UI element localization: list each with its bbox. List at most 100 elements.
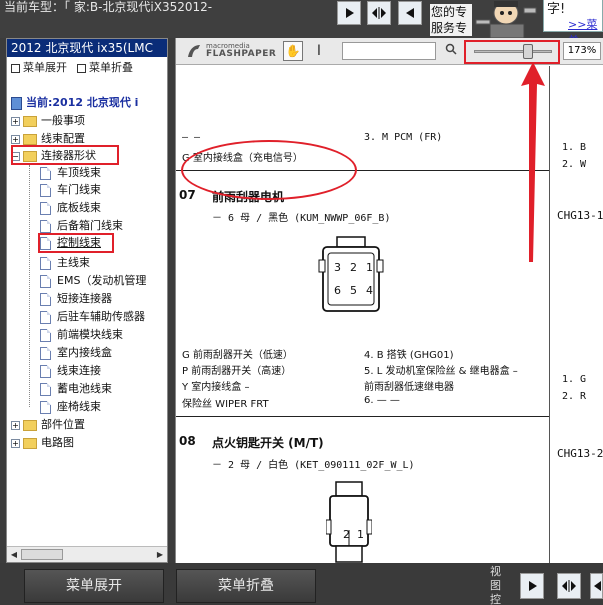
connector-pin: 2 xyxy=(350,261,357,274)
document-icon xyxy=(40,346,51,360)
flashpaper-logo: macromedia FLASHPAPER xyxy=(186,42,278,60)
search-input[interactable] xyxy=(342,42,436,60)
tree-panel: 2012 北京现代 ix35(LMC 菜单展开 菜单折叠 当前:2012 北京现… xyxy=(6,38,168,563)
tree-collapse-link[interactable]: 菜单折叠 xyxy=(77,59,133,75)
expand-icon xyxy=(11,63,20,73)
bottom-fit-button[interactable] xyxy=(557,573,581,599)
tree-root[interactable]: 当前:2012 北京现代 i xyxy=(11,95,138,111)
folder-icon xyxy=(23,437,37,449)
side-promo-box: 字! >>菜单 xyxy=(543,0,603,47)
pin-row: 保险丝 WIPER FRT xyxy=(182,399,269,410)
doc-row: 3. M PCM (FR) xyxy=(364,132,443,143)
document-icon xyxy=(40,400,51,414)
next-page-button[interactable] xyxy=(337,1,361,25)
tree-item-floor-harness[interactable]: 底板线束 xyxy=(40,200,101,216)
pin-row: G 前雨刮器开关（低速） xyxy=(182,350,293,361)
scroll-right-icon[interactable]: ▶ xyxy=(154,549,166,560)
connector-6pin-diagram xyxy=(318,236,384,312)
collapse-icon xyxy=(77,63,86,73)
pin-row: 4. B 搭铁 (GHG01) xyxy=(364,350,454,361)
annotation-ellipse-title xyxy=(181,140,357,200)
side-row: 2. R xyxy=(562,391,587,402)
tree-item-main-harness[interactable]: 主线束 xyxy=(40,255,90,271)
folder-icon xyxy=(23,115,37,127)
menu-collapse-button[interactable]: 菜单折叠 xyxy=(176,569,316,603)
play-right-icon xyxy=(529,581,537,591)
connector-2pin-diagram xyxy=(326,481,372,563)
pin-row: 5. L 发动机室保险丝 & 继电器盒 – xyxy=(364,366,518,377)
tree-item-battery-harness[interactable]: 蓄电池线束 xyxy=(40,381,112,397)
bottom-next-button[interactable] xyxy=(520,573,544,599)
side-code: CHG13-2 xyxy=(557,447,603,460)
folder-icon xyxy=(23,133,37,145)
tree-item-door-harness[interactable]: 车门线束 xyxy=(40,182,101,198)
zoom-value[interactable]: 173% xyxy=(563,42,601,60)
flashpaper-logo-icon xyxy=(188,45,200,57)
tree-horizontal-scrollbar[interactable]: ◀ ▶ xyxy=(7,546,167,562)
tree-item-short-connector[interactable]: 短接连接器 xyxy=(40,291,112,307)
text-select-tool-button[interactable]: I xyxy=(313,41,325,61)
search-icon xyxy=(445,43,457,55)
fit-width-icon xyxy=(372,7,386,19)
bottom-bar: 菜单展开 菜单折叠 视图控 xyxy=(0,563,603,605)
document-icon xyxy=(40,364,51,378)
play-left-icon xyxy=(406,8,414,18)
section-number: 07 xyxy=(179,188,196,202)
pin-row: P 前雨刮器开关（高速） xyxy=(182,366,292,377)
connector-pin: 1 xyxy=(357,528,364,541)
tree-item-front-module-harness[interactable]: 前端模块线束 xyxy=(40,327,123,343)
pin-row: 前雨刮器低速继电器 xyxy=(364,382,454,393)
annotation-box-control-harness xyxy=(38,233,114,253)
scroll-left-icon[interactable]: ◀ xyxy=(8,549,20,560)
tree-item-ems[interactable]: EMS（发动机管理 xyxy=(40,273,146,289)
tree-title: 2012 北京现代 ix35(LMC xyxy=(7,39,167,57)
side-row: 1. B xyxy=(562,142,587,153)
side-row: 2. W xyxy=(562,159,587,170)
tree-item-roof-harness[interactable]: 车顶线束 xyxy=(40,165,101,181)
tree-item-tailgate-harness[interactable]: 后备箱门线束 xyxy=(40,218,123,234)
scroll-thumb[interactable] xyxy=(21,549,63,560)
annotation-box-connector-shape xyxy=(11,145,119,165)
connector-pin: 6 xyxy=(334,284,341,297)
expand-plus-icon: + xyxy=(11,116,20,126)
folder-icon xyxy=(23,419,37,431)
book-icon xyxy=(11,96,22,110)
section-subtitle: － 2 母 / 白色 (KET_090111_02F_W_L) xyxy=(212,460,415,471)
connector-pin: 5 xyxy=(350,284,357,297)
tree-folder-component-location[interactable]: + 部件位置 xyxy=(11,417,85,433)
document-icon xyxy=(40,382,51,396)
pin-row: 6. — — xyxy=(364,395,400,406)
section-divider xyxy=(176,416,549,417)
section-title: 点火钥匙开关 (M/T) xyxy=(212,436,324,450)
expand-plus-icon: + xyxy=(11,134,20,144)
connector-pin: 4 xyxy=(366,284,373,297)
prev-page-button[interactable] xyxy=(398,1,422,25)
tree-expand-link[interactable]: 菜单展开 xyxy=(11,59,67,75)
tree-item-rear-parking-sensor[interactable]: 后驻车辅助传感器 xyxy=(40,309,145,325)
hand-icon: ✋ xyxy=(285,44,301,58)
tree-folder-general[interactable]: + 一般事项 xyxy=(11,113,85,129)
hand-tool-button[interactable]: ✋ xyxy=(283,41,303,61)
tree-item-seat-harness[interactable]: 座椅线束 xyxy=(40,399,101,415)
pin-row: Y 室内接线盒 – xyxy=(182,382,250,393)
mechanic-mascot-icon xyxy=(472,0,542,39)
play-left-icon xyxy=(593,581,601,591)
tree-actions: 菜单展开 菜单折叠 xyxy=(7,57,167,77)
bottom-prev-button[interactable] xyxy=(590,573,603,599)
side-promo-text: 字! xyxy=(547,2,566,17)
search-button[interactable] xyxy=(442,42,460,60)
fit-width-icon xyxy=(562,580,576,592)
tree-item-interior-junction-box[interactable]: 室内接线盒 xyxy=(40,345,112,361)
tree-item-harness-connection[interactable]: 线束连接 xyxy=(40,363,101,379)
menu-expand-button[interactable]: 菜单展开 xyxy=(24,569,164,603)
document-icon xyxy=(40,328,51,342)
side-code: CHG13-1 xyxy=(557,209,603,222)
annotation-box-zoom xyxy=(464,40,560,64)
fit-width-button[interactable] xyxy=(367,1,391,25)
section-subtitle: － 6 母 / 黑色 (KUM_NWWP_06F_B) xyxy=(212,213,391,224)
tree-folder-circuit-diagram[interactable]: + 电路图 xyxy=(11,435,74,451)
side-row: 1. G xyxy=(562,374,587,385)
document-icon xyxy=(40,274,51,288)
document-icon xyxy=(40,201,51,215)
expand-plus-icon: + xyxy=(11,438,20,448)
